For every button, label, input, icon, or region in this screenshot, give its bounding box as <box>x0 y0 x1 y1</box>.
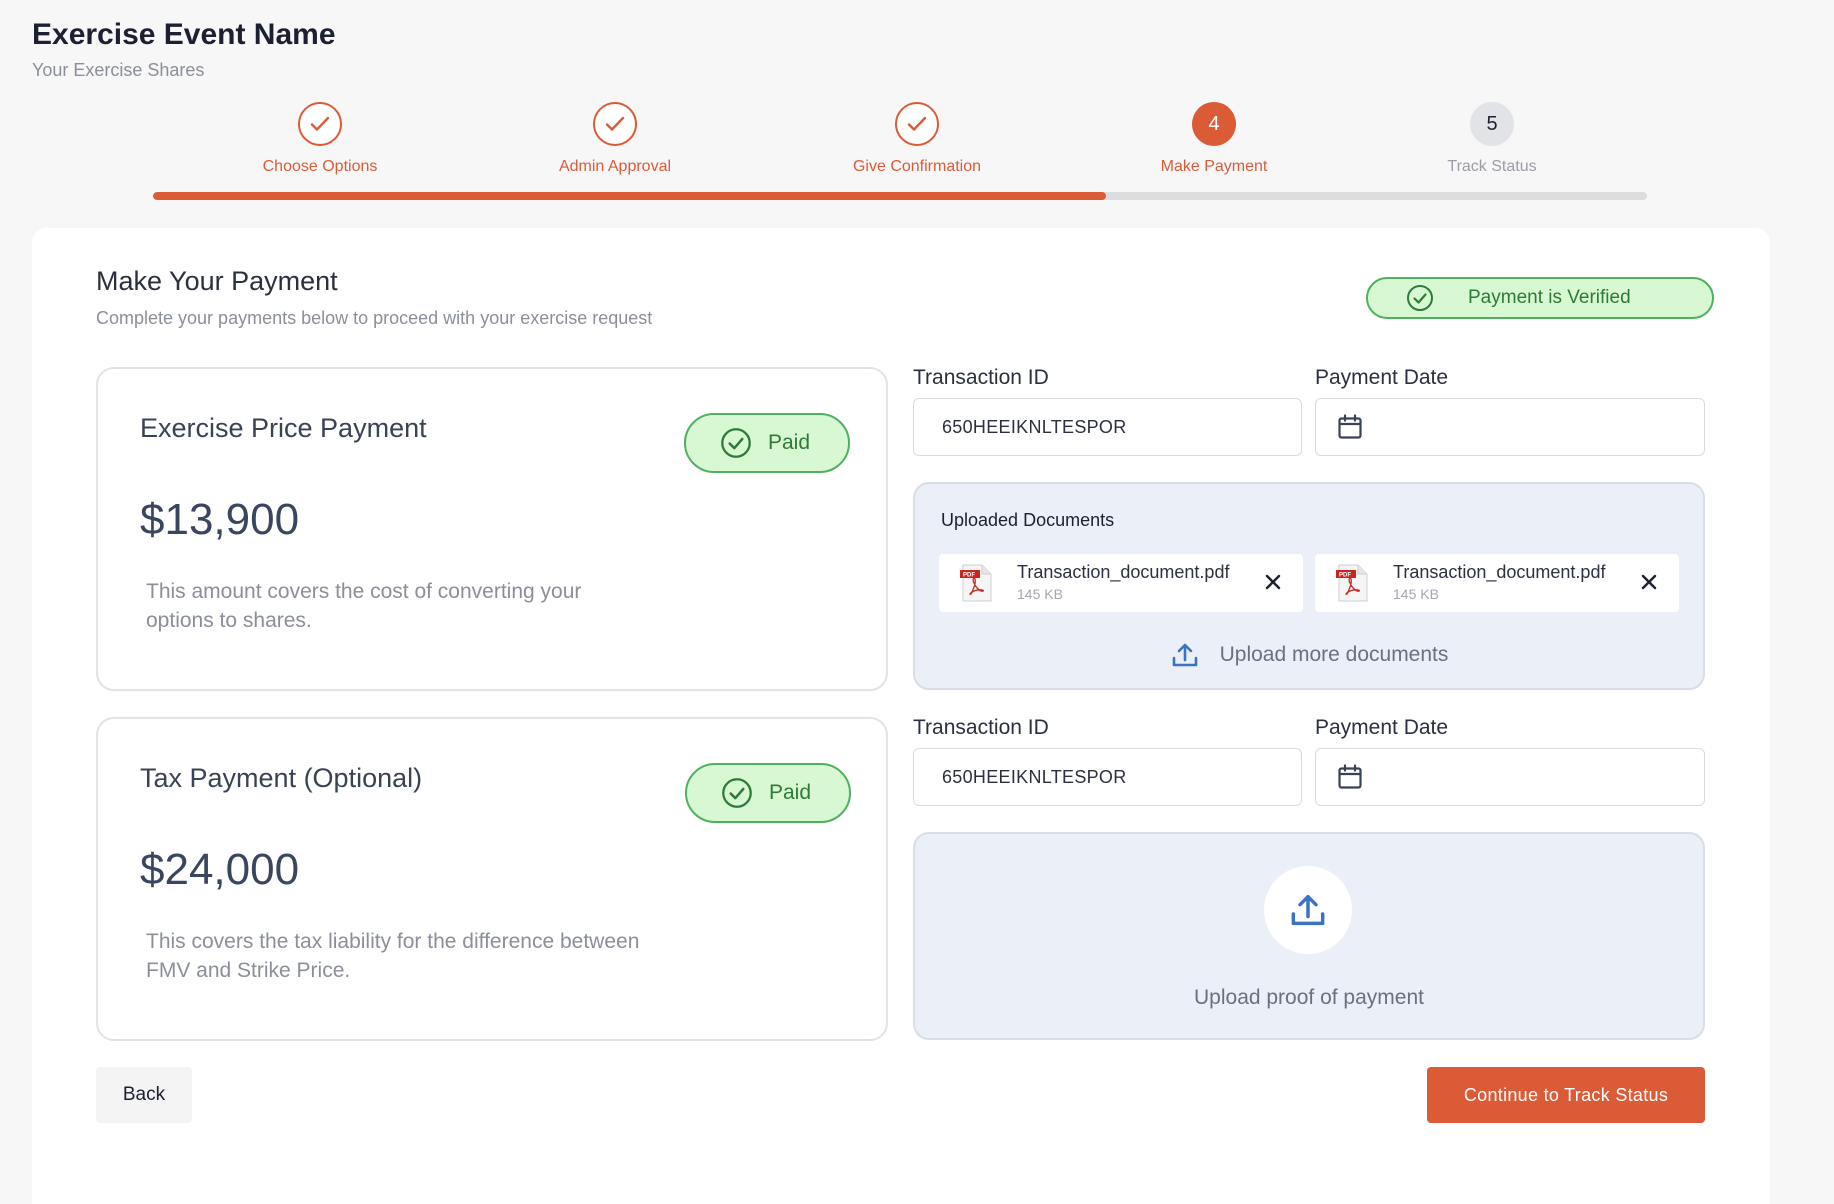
progress-fill <box>153 192 1107 200</box>
transaction-id-input[interactable]: 650HEEIKNLTESPOR <box>913 748 1302 806</box>
step-number: 4 <box>1192 102 1236 146</box>
file-item[interactable]: PDF Transaction_document.pdf 145 KB <box>939 554 1303 612</box>
payment-description: This covers the tax liability for the di… <box>146 930 640 982</box>
file-size: 145 KB <box>1393 586 1439 602</box>
paid-badge: Paid <box>684 413 850 473</box>
svg-text:PDF: PDF <box>963 573 975 579</box>
upload-more-label: Upload more documents <box>1219 643 1449 666</box>
upload-proof-label: Upload proof of payment <box>1194 986 1424 1009</box>
payment-description: This amount covers the cost of convertin… <box>146 580 582 632</box>
payment-title: Exercise Price Payment <box>140 413 427 443</box>
step-label: Track Status <box>1447 158 1537 175</box>
pdf-icon: PDF <box>1335 564 1369 607</box>
check-icon <box>895 102 939 146</box>
verified-label: Payment is Verified <box>1468 287 1631 308</box>
payment-date-label: Payment Date <box>1315 716 1449 739</box>
file-name: Transaction_document.pdf <box>1393 562 1606 582</box>
step-admin-approval[interactable]: Admin Approval <box>505 102 725 176</box>
transaction-id-input[interactable]: 650HEEIKNLTESPOR <box>913 398 1302 456</box>
stepper-progress-bar <box>153 192 1647 200</box>
file-size: 145 KB <box>1017 586 1063 602</box>
upload-button[interactable] <box>1264 866 1352 954</box>
paid-badge: Paid <box>685 763 851 823</box>
step-number: 5 <box>1470 102 1514 146</box>
payment-date-label: Payment Date <box>1315 366 1449 389</box>
step-track-status[interactable]: 5 Track Status <box>1382 102 1602 176</box>
check-icon <box>298 102 342 146</box>
calendar-icon[interactable] <box>1336 763 1364 791</box>
payment-verified-badge: Payment is Verified <box>1366 277 1714 319</box>
file-name: Transaction_document.pdf <box>1017 562 1230 582</box>
close-icon[interactable] <box>1263 572 1283 592</box>
check-circle-icon <box>1406 284 1434 312</box>
step-label: Make Payment <box>1160 158 1268 175</box>
payment-amount: $13,900 <box>140 495 300 544</box>
transaction-id-value: 650HEEIKNLTESPOR <box>942 766 1127 787</box>
page-subtitle: Your Exercise Shares <box>32 60 205 80</box>
upload-icon <box>1288 890 1328 930</box>
transaction-id-label: Transaction ID <box>913 366 1049 389</box>
continue-button[interactable]: Continue to Track Status <box>1427 1067 1705 1123</box>
transaction-id-value: 650HEEIKNLTESPOR <box>942 416 1127 437</box>
tax-payment-card: Tax Payment (Optional) Paid $24,000 This… <box>96 717 888 1041</box>
step-label: Choose Options <box>262 158 378 175</box>
transaction-id-label: Transaction ID <box>913 716 1049 739</box>
check-icon <box>593 102 637 146</box>
back-button[interactable]: Back <box>96 1067 192 1123</box>
payment-amount: $24,000 <box>140 845 300 894</box>
step-give-confirmation[interactable]: Give Confirmation <box>807 102 1027 176</box>
check-circle-icon <box>721 777 753 809</box>
svg-text:PDF: PDF <box>1339 573 1351 579</box>
section-subtitle: Complete your payments below to proceed … <box>96 308 653 328</box>
page-title: Exercise Event Name <box>32 18 336 51</box>
close-icon[interactable] <box>1639 572 1659 592</box>
step-label: Admin Approval <box>558 158 672 175</box>
check-circle-icon <box>720 427 752 459</box>
file-item[interactable]: PDF Transaction_document.pdf 145 KB <box>1315 554 1679 612</box>
upload-more-documents-button[interactable]: Upload more documents <box>915 640 1703 670</box>
payment-date-input[interactable] <box>1315 748 1705 806</box>
uploaded-documents-title: Uploaded Documents <box>941 510 1115 530</box>
step-choose-options[interactable]: Choose Options <box>210 102 430 176</box>
paid-label: Paid <box>769 781 812 804</box>
paid-label: Paid <box>768 431 811 454</box>
pdf-icon: PDF <box>959 564 993 607</box>
uploaded-documents-panel: Uploaded Documents PDF Transaction_docum… <box>913 482 1705 690</box>
exercise-price-card: Exercise Price Payment Paid $13,900 This… <box>96 367 888 691</box>
step-make-payment[interactable]: 4 Make Payment <box>1104 102 1324 176</box>
step-label: Give Confirmation <box>852 158 982 175</box>
upload-proof-dropzone[interactable]: Upload proof of payment <box>913 832 1705 1040</box>
payment-title: Tax Payment (Optional) <box>140 763 423 793</box>
upload-icon <box>1170 640 1200 670</box>
calendar-icon[interactable] <box>1336 413 1364 441</box>
payment-date-input[interactable] <box>1315 398 1705 456</box>
section-title: Make Your Payment <box>96 266 338 296</box>
